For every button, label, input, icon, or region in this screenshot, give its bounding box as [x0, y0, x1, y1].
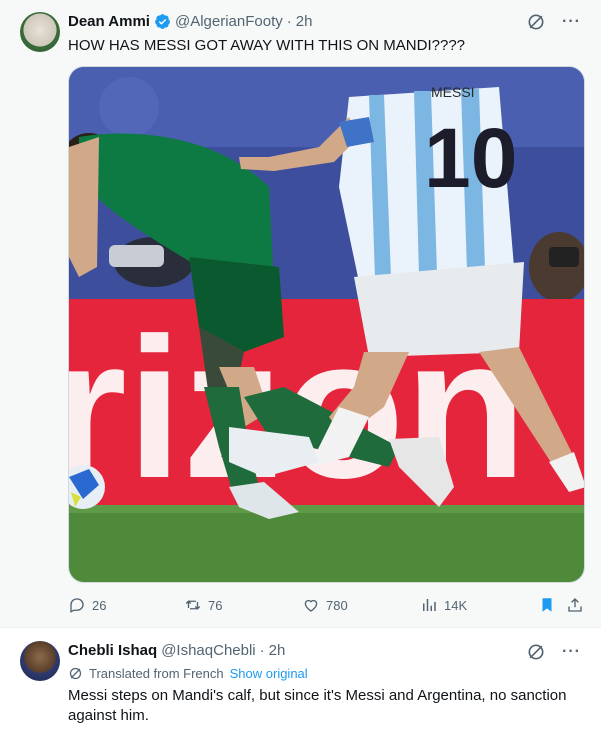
- bookmark-icon: [542, 598, 552, 612]
- reply-count: 26: [92, 597, 107, 613]
- separator: ·: [259, 642, 265, 659]
- post-top-actions: ···: [526, 12, 581, 32]
- avatar[interactable]: [20, 12, 60, 52]
- post-header: Chebli Ishaq @IshaqChebli · 2h: [68, 642, 285, 659]
- timestamp[interactable]: 2h: [269, 642, 286, 659]
- separator: ·: [286, 13, 292, 30]
- translate-icon: [69, 667, 82, 680]
- author-name[interactable]: Chebli Ishaq: [68, 642, 157, 659]
- jersey-number: 10: [424, 111, 517, 205]
- post-top-actions: ···: [526, 642, 581, 662]
- verified-badge-icon: [155, 14, 170, 29]
- translated-label: Translated from French: [89, 666, 224, 681]
- post[interactable]: Dean Ammi @AlgerianFooty · 2h ··· HOW HA…: [0, 0, 601, 628]
- author-handle[interactable]: @AlgerianFooty: [175, 13, 283, 30]
- post-header: Dean Ammi @AlgerianFooty · 2h: [68, 13, 312, 30]
- share-button[interactable]: [566, 596, 584, 614]
- reply-icon: [70, 598, 84, 613]
- repost-count: 76: [208, 597, 223, 613]
- translation-note: Translated from French Show original: [68, 666, 308, 681]
- bookmark-button[interactable]: [538, 596, 556, 614]
- grok-icon[interactable]: [526, 12, 546, 32]
- post-actions: 26 76 780 14K: [68, 596, 585, 616]
- post-image[interactable]: rizon MESSI 10: [68, 66, 585, 583]
- author-handle[interactable]: @IshaqChebli: [161, 642, 255, 659]
- avatar[interactable]: [20, 641, 60, 681]
- more-icon[interactable]: ···: [562, 644, 581, 660]
- like-button[interactable]: 780: [302, 596, 348, 614]
- views-button[interactable]: 14K: [420, 596, 467, 614]
- timestamp[interactable]: 2h: [296, 13, 313, 30]
- author-name[interactable]: Dean Ammi: [68, 13, 150, 30]
- repost-button[interactable]: 76: [184, 596, 222, 614]
- jersey-name: MESSI: [431, 84, 475, 100]
- post-text: Messi steps on Mandi's calf, but since i…: [68, 687, 567, 724]
- more-icon[interactable]: ···: [562, 14, 581, 30]
- reply-button[interactable]: 26: [68, 596, 106, 614]
- repost-icon: [185, 600, 201, 610]
- views-icon: [423, 599, 436, 611]
- like-count: 780: [326, 597, 348, 613]
- like-icon: [304, 599, 318, 612]
- show-original-link[interactable]: Show original: [230, 666, 308, 681]
- post-text: HOW HAS MESSI GOT AWAY WITH THIS ON MAND…: [68, 37, 466, 54]
- grok-icon[interactable]: [526, 642, 546, 662]
- views-count: 14K: [444, 597, 468, 613]
- share-icon: [568, 598, 582, 612]
